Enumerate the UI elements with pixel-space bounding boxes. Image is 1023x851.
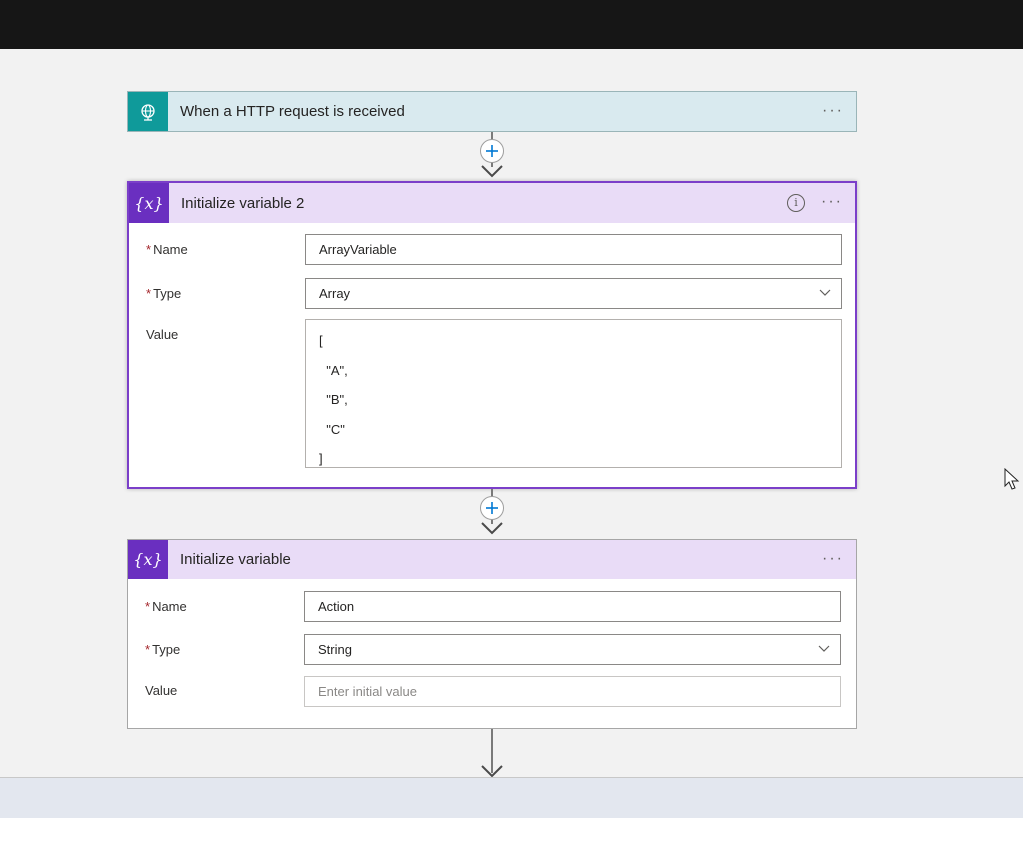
initialize-variable-title: Initialize variable bbox=[180, 551, 291, 568]
value-input[interactable]: Enter initial value bbox=[304, 676, 841, 707]
value-line: "B", bbox=[319, 392, 348, 407]
more-options-icon[interactable]: ··· bbox=[822, 102, 844, 120]
type-label: * Type bbox=[145, 642, 181, 657]
name-input[interactable]: Action bbox=[304, 591, 841, 622]
initialize-variable-2-header[interactable]: {x} Initialize variable 2 i ··· bbox=[129, 183, 855, 223]
variable-icon: {x} bbox=[128, 540, 168, 579]
insert-step-button[interactable] bbox=[480, 139, 504, 163]
initialize-variable-card[interactable]: {x} Initialize variable ··· * Name Action… bbox=[127, 539, 857, 729]
info-icon[interactable]: i bbox=[787, 194, 805, 212]
new-step-bar bbox=[0, 777, 1023, 818]
arrow-down-icon bbox=[481, 165, 503, 178]
plus-icon bbox=[486, 502, 498, 514]
trigger-header[interactable]: When a HTTP request is received ··· bbox=[128, 92, 856, 131]
trigger-title: When a HTTP request is received bbox=[180, 103, 405, 120]
value-line: [ bbox=[319, 333, 323, 348]
chevron-down-icon bbox=[818, 645, 830, 652]
more-options-icon[interactable]: ··· bbox=[822, 550, 844, 568]
value-label: Value bbox=[145, 683, 178, 698]
trigger-card[interactable]: When a HTTP request is received ··· bbox=[127, 91, 857, 132]
type-label: * Type bbox=[146, 286, 182, 301]
plus-icon bbox=[486, 145, 498, 157]
name-label: * Name bbox=[146, 242, 188, 257]
insert-step-button[interactable] bbox=[480, 496, 504, 520]
initialize-variable-2-title: Initialize variable 2 bbox=[181, 194, 305, 212]
name-label: * Name bbox=[145, 599, 187, 614]
chevron-down-icon bbox=[819, 289, 831, 296]
footer-area bbox=[0, 818, 1023, 851]
mouse-cursor-icon bbox=[1004, 468, 1020, 490]
value-textarea[interactable]: [ "A", "B", "C" ] bbox=[305, 319, 842, 468]
type-select[interactable]: String bbox=[304, 634, 841, 665]
value-line: ] bbox=[319, 451, 323, 466]
top-bar bbox=[0, 0, 1023, 49]
arrow-down-icon bbox=[481, 522, 503, 535]
value-line: "A", bbox=[319, 362, 348, 378]
more-options-icon[interactable]: ··· bbox=[821, 193, 843, 211]
value-label: Value bbox=[146, 327, 179, 342]
type-select[interactable]: Array bbox=[305, 278, 842, 309]
globe-icon bbox=[128, 92, 168, 131]
initialize-variable-header[interactable]: {x} Initialize variable ··· bbox=[128, 540, 856, 579]
initialize-variable-2-card[interactable]: {x} Initialize variable 2 i ··· * Name Ar… bbox=[127, 181, 857, 489]
variable-icon: {x} bbox=[129, 183, 169, 223]
value-line: "C" bbox=[319, 421, 345, 437]
name-input[interactable]: ArrayVariable bbox=[305, 234, 842, 265]
